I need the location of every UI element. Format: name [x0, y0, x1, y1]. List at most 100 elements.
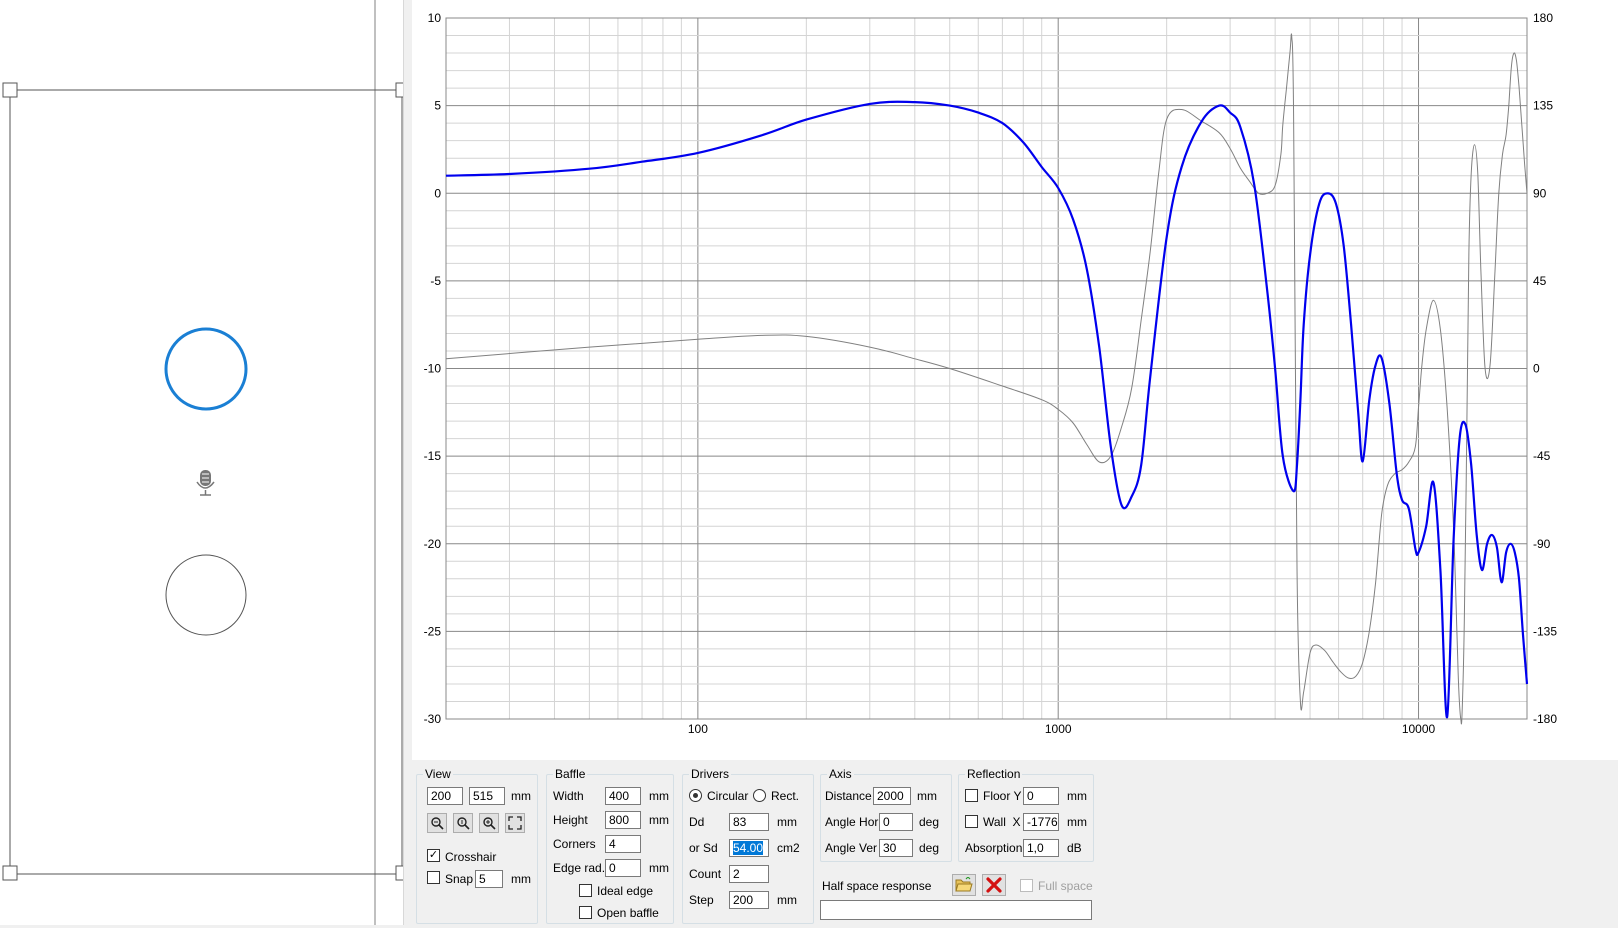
- distance-field[interactable]: 2000: [873, 787, 911, 805]
- y2-tick-label: -45: [1533, 449, 1551, 463]
- y-tick-label: -5: [430, 274, 441, 288]
- crosshair-label: Crosshair: [445, 850, 497, 864]
- corners-field[interactable]: 4: [605, 835, 641, 853]
- width-field[interactable]: 400: [605, 787, 641, 805]
- y-tick-label: 0: [434, 186, 441, 200]
- y2-tick-label: 180: [1533, 11, 1553, 25]
- y-tick-label: -30: [424, 712, 442, 726]
- y2-tick-label: 135: [1533, 99, 1553, 113]
- snap-field[interactable]: 5: [475, 870, 503, 888]
- axis-group: Axis Distance 2000 mm Angle Hor 0 deg An…: [820, 767, 952, 862]
- dd-unit: mm: [777, 815, 797, 829]
- view-y-field[interactable]: 515: [469, 787, 505, 805]
- resize-handle-top-left[interactable]: [2, 82, 18, 98]
- angle-hor-label: Angle Hor: [825, 815, 879, 829]
- wall-unit: mm: [1067, 815, 1087, 829]
- wall-checkbox[interactable]: [965, 815, 978, 828]
- delete-button[interactable]: [982, 874, 1006, 896]
- step-unit: mm: [777, 893, 797, 907]
- snap-checkbox[interactable]: [427, 871, 440, 884]
- y-tick-label: -20: [424, 537, 442, 551]
- y2-tick-label: -135: [1533, 624, 1557, 638]
- floor-unit: mm: [1067, 789, 1087, 803]
- baffle-group: Baffle Width 400 mm Height 800 mm Corner…: [546, 767, 674, 924]
- folder-open-icon: [955, 877, 973, 892]
- expand-button[interactable]: [505, 813, 525, 833]
- absorption-unit: dB: [1067, 841, 1082, 855]
- count-field[interactable]: 2: [729, 865, 769, 883]
- driver-circle-selected[interactable]: [164, 327, 248, 411]
- driver-circle[interactable]: [165, 554, 247, 636]
- ideal-edge-label: Ideal edge: [597, 884, 654, 898]
- rect-label: Rect.: [771, 789, 800, 803]
- open-baffle-checkbox[interactable]: [579, 906, 592, 919]
- wall-field[interactable]: -1776: [1023, 813, 1059, 831]
- frequency-response-chart[interactable]: 10 5 0 -5 -10 -15 -20 -25 -30 180 135 90 45 0 -45 -90 -1…: [412, 0, 1618, 760]
- step-label: Step: [689, 893, 714, 907]
- red-x-icon: [986, 877, 1002, 893]
- edge-field[interactable]: 0: [605, 859, 641, 877]
- width-unit: mm: [649, 789, 669, 803]
- height-label: Height: [553, 813, 588, 827]
- half-space-path-field[interactable]: [820, 900, 1092, 920]
- x-tick-label: 1000: [1045, 722, 1072, 736]
- floor-checkbox[interactable]: [965, 789, 978, 802]
- view-x-field[interactable]: 200: [427, 787, 463, 805]
- sd-label: or Sd: [689, 841, 718, 855]
- y-tick-label: -10: [424, 362, 442, 376]
- circular-label: Circular: [707, 789, 749, 803]
- x-tick-label: 10000: [1402, 722, 1436, 736]
- baffle-canvas[interactable]: [0, 0, 411, 925]
- axis-group-title: Axis: [827, 767, 854, 781]
- y-tick-label: 5: [434, 99, 441, 113]
- width-label: Width: [553, 789, 584, 803]
- full-space-checkbox[interactable]: [1020, 879, 1033, 892]
- zoom-fit-icon: [457, 817, 470, 830]
- crosshair-checkbox[interactable]: ✓: [427, 849, 440, 862]
- view-group: View 200 515 mm ✓ Crosshair Snap 5 mm: [416, 767, 538, 924]
- y-tick-label: 10: [428, 11, 442, 25]
- edge-unit: mm: [649, 861, 669, 875]
- absorption-field[interactable]: 1,0: [1023, 839, 1059, 857]
- zoom-out-button[interactable]: [427, 813, 447, 833]
- y2-tick-label: 90: [1533, 186, 1547, 200]
- phase-curve: [445, 33, 1528, 725]
- dd-field[interactable]: 83: [729, 813, 769, 831]
- reflection-group-title: Reflection: [965, 767, 1023, 781]
- resize-handle-bottom-left[interactable]: [2, 865, 18, 881]
- reflection-group: Reflection Floor Y 0 mm Wall X -1776 mm …: [958, 767, 1094, 862]
- step-field[interactable]: 200: [729, 891, 769, 909]
- zoom-fit-button[interactable]: [453, 813, 473, 833]
- distance-label: Distance: [825, 789, 872, 803]
- resize-handle-top-right[interactable]: [395, 82, 411, 98]
- baffle-group-title: Baffle: [553, 767, 588, 781]
- y2-tick-label: -90: [1533, 537, 1551, 551]
- corners-label: Corners: [553, 837, 596, 851]
- magnitude-curve: [445, 100, 1529, 719]
- baffle-view[interactable]: [0, 0, 411, 925]
- height-field[interactable]: 800: [605, 811, 641, 829]
- zoom-in-icon: [483, 817, 496, 830]
- floor-label: Floor Y: [983, 789, 1022, 803]
- angle-hor-field[interactable]: 0: [879, 813, 913, 831]
- y2-tick-label: 45: [1533, 274, 1547, 288]
- y2-tick-label: 0: [1533, 362, 1540, 376]
- y-tick-label: -15: [424, 449, 442, 463]
- circular-radio[interactable]: [689, 789, 702, 802]
- rect-radio[interactable]: [753, 789, 766, 802]
- ideal-edge-checkbox[interactable]: [579, 884, 592, 897]
- resize-handle-bottom-right[interactable]: [395, 865, 411, 881]
- angle-hor-unit: deg: [919, 815, 940, 829]
- microphone-icon[interactable]: [196, 470, 215, 496]
- y2-tick-label: -180: [1533, 712, 1557, 726]
- open-file-button[interactable]: [952, 874, 976, 896]
- angle-ver-field[interactable]: 30: [879, 839, 913, 857]
- sd-field[interactable]: 54.00: [729, 839, 769, 857]
- floor-field[interactable]: 0: [1023, 787, 1059, 805]
- zoom-in-button[interactable]: [479, 813, 499, 833]
- sd-value: 54.00: [733, 841, 764, 855]
- absorption-label: Absorption: [965, 841, 1023, 855]
- control-panel: View 200 515 mm ✓ Crosshair Snap 5 mm Ba…: [412, 760, 1618, 925]
- half-space-label: Half space response: [822, 879, 932, 893]
- drivers-group: Drivers Circular Rect. Dd 83 mm or Sd 54…: [682, 767, 814, 924]
